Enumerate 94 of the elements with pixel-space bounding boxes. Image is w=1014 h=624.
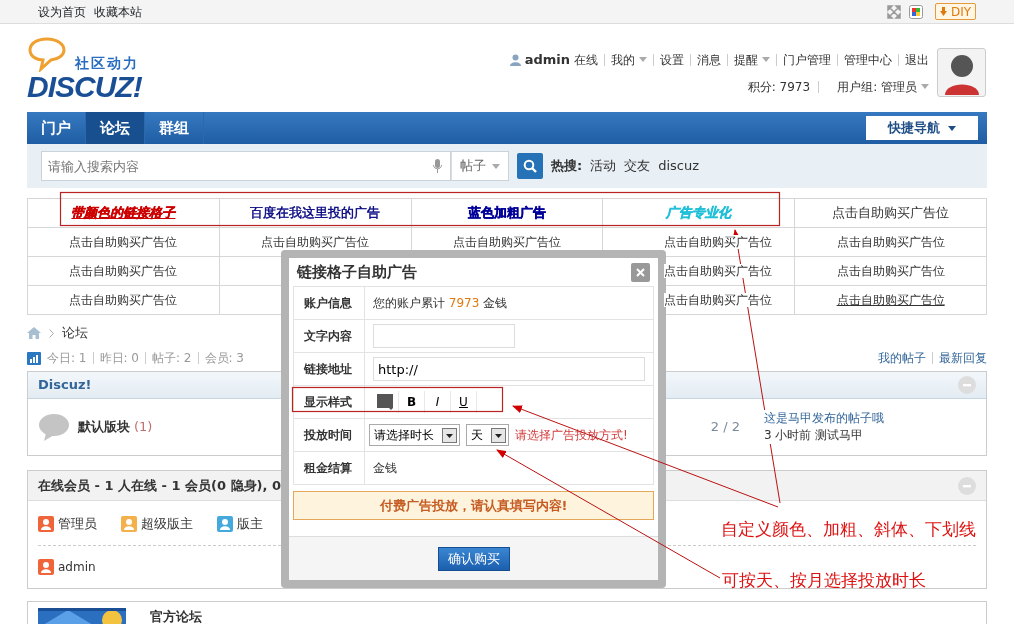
- caret-icon: [948, 125, 956, 131]
- user-link[interactable]: admin: [524, 50, 570, 70]
- search-icon: [523, 159, 537, 173]
- form-label: 账户信息: [293, 286, 365, 320]
- close-button[interactable]: [631, 262, 650, 282]
- palette-icon[interactable]: [908, 4, 923, 19]
- value-text: 金钱: [373, 461, 397, 475]
- logo[interactable]: 社区动力 DISCUZ!: [27, 24, 167, 108]
- section-title: 在线会员 - 1 人在线 - 1 会员(0 隐身), 0: [38, 476, 281, 495]
- member-role-label: 版主: [237, 515, 263, 534]
- my-posts-link[interactable]: 我的帖子: [878, 349, 926, 367]
- stat-text: 今日: 1: [47, 350, 87, 367]
- quick-nav-button[interactable]: 快捷导航: [866, 116, 978, 140]
- ad-link[interactable]: 点击自助购买广告位: [261, 235, 370, 249]
- stats-icon: [27, 351, 41, 365]
- ad-link[interactable]: 蓝色加粗广告: [468, 205, 546, 221]
- user-menu-link[interactable]: 管理中心: [844, 50, 892, 69]
- download-icon: [939, 7, 947, 16]
- ad-link[interactable]: 带颜色的链接格子: [71, 205, 176, 221]
- text-input[interactable]: [373, 324, 515, 348]
- member-link[interactable]: admin: [58, 558, 96, 576]
- form-label: 文字内容: [293, 319, 365, 353]
- ad-link[interactable]: 点击自助购买广告位: [836, 235, 945, 249]
- caret-icon: [921, 84, 929, 89]
- stat-text: 帖子: 2: [152, 350, 192, 367]
- ad-link[interactable]: 点击自助购买广告位: [664, 293, 773, 307]
- color-swatch-icon: [376, 394, 395, 410]
- post-ratio: 2 / 2: [710, 418, 740, 437]
- ad-link[interactable]: 点击自助购买广告位: [836, 293, 945, 307]
- url-input[interactable]: http://: [373, 357, 645, 381]
- top-link[interactable]: 收藏本站: [94, 2, 142, 21]
- annotation-text: 自定义颜色、加粗、斜体、下划线: [721, 521, 976, 538]
- user-icon: [509, 53, 521, 66]
- member-role-label: 管理员: [58, 515, 97, 534]
- top-link[interactable]: 设为首页: [38, 2, 86, 21]
- confirm-button[interactable]: 确认购买: [437, 546, 510, 571]
- search-button[interactable]: [517, 153, 543, 179]
- duration-select[interactable]: 请选择时长: [369, 424, 460, 446]
- form-label: 显示样式: [293, 385, 365, 419]
- thread-count: (1): [134, 418, 153, 437]
- form-label: 投放时间: [293, 418, 365, 452]
- forum-name-link[interactable]: 默认版块: [78, 417, 130, 437]
- search-scope-dropdown[interactable]: 帖子: [451, 151, 509, 181]
- ad-link[interactable]: 点击自助购买广告位: [453, 235, 561, 249]
- account-info-text: 您的账户累计 7973 金钱: [373, 296, 508, 310]
- caret-icon: [762, 57, 770, 63]
- my-posts-link[interactable]: 最新回复: [939, 349, 987, 367]
- form-label: 链接地址: [293, 352, 365, 386]
- microphone-icon[interactable]: [433, 159, 442, 173]
- forum-name-link[interactable]: 官方论坛: [150, 607, 202, 624]
- speech-bubble-icon: [27, 36, 67, 72]
- user-menu-link[interactable]: 消息: [697, 50, 721, 69]
- user-menu-link[interactable]: 设置: [660, 50, 684, 69]
- chevron-icon: [49, 328, 54, 338]
- avatar[interactable]: [937, 48, 986, 97]
- stat-text: 昨日: 0: [99, 350, 139, 367]
- hot-search-link[interactable]: discuz: [658, 156, 700, 176]
- duration-select[interactable]: 天: [466, 424, 509, 446]
- caret-icon: [639, 57, 647, 63]
- user-menu-link[interactable]: 门户管理: [783, 50, 831, 69]
- nav-tab[interactable]: 论坛: [86, 112, 145, 144]
- dialog-title: 链接格子自助广告: [297, 261, 417, 283]
- user-status: 在线: [574, 51, 598, 69]
- ad-link[interactable]: 点击自助购买广告位: [69, 235, 178, 249]
- ad-link[interactable]: 点击自助购买广告位: [69, 264, 178, 278]
- hot-search-link[interactable]: 交友: [624, 156, 651, 176]
- usergroup-link[interactable]: 用户组: 管理员: [837, 77, 929, 96]
- ad-link[interactable]: 点击自助购买广告位: [664, 235, 773, 249]
- breadcrumb-link[interactable]: 论坛: [62, 323, 88, 343]
- ad-link[interactable]: 点击自助购买广告位: [836, 264, 945, 278]
- hot-search-label: 热搜:: [551, 157, 583, 176]
- user-menu-link[interactable]: 我的: [611, 50, 647, 69]
- home-icon[interactable]: [27, 327, 41, 339]
- last-post-meta: 3 小时前 测试马甲: [764, 427, 864, 444]
- notice-banner: 付费广告投放，请认真填写内容!: [293, 491, 654, 520]
- form-label: 租金结算: [293, 451, 365, 485]
- ad-link[interactable]: 百度在我这里投的广告: [250, 205, 381, 221]
- points-text: 积分: 7973: [747, 78, 811, 96]
- fullscreen-icon[interactable]: [886, 4, 901, 19]
- ad-link[interactable]: 点击自助购买广告位: [832, 205, 950, 221]
- speech-bubble-icon: [38, 413, 70, 441]
- stat-text: 会员: 3: [204, 350, 244, 367]
- search-field[interactable]: 请输入搜索内容: [41, 151, 451, 181]
- annotation-text: 可按天、按月选择投放时长: [722, 572, 926, 589]
- ad-link[interactable]: 点击自助购买广告位: [69, 293, 178, 307]
- member-role-label: 超级版主: [141, 515, 193, 534]
- user-menu-link[interactable]: 提醒: [734, 50, 770, 69]
- last-post-link[interactable]: 这是马甲发布的帖子哦: [764, 410, 884, 427]
- hot-search-link[interactable]: 活动: [590, 156, 617, 176]
- section-title: Discuz!: [38, 376, 92, 395]
- close-icon: [636, 267, 645, 277]
- ad-link[interactable]: 点击自助购买广告位: [664, 264, 773, 278]
- user-menu-link[interactable]: 退出: [905, 50, 929, 69]
- caret-icon: [492, 163, 500, 169]
